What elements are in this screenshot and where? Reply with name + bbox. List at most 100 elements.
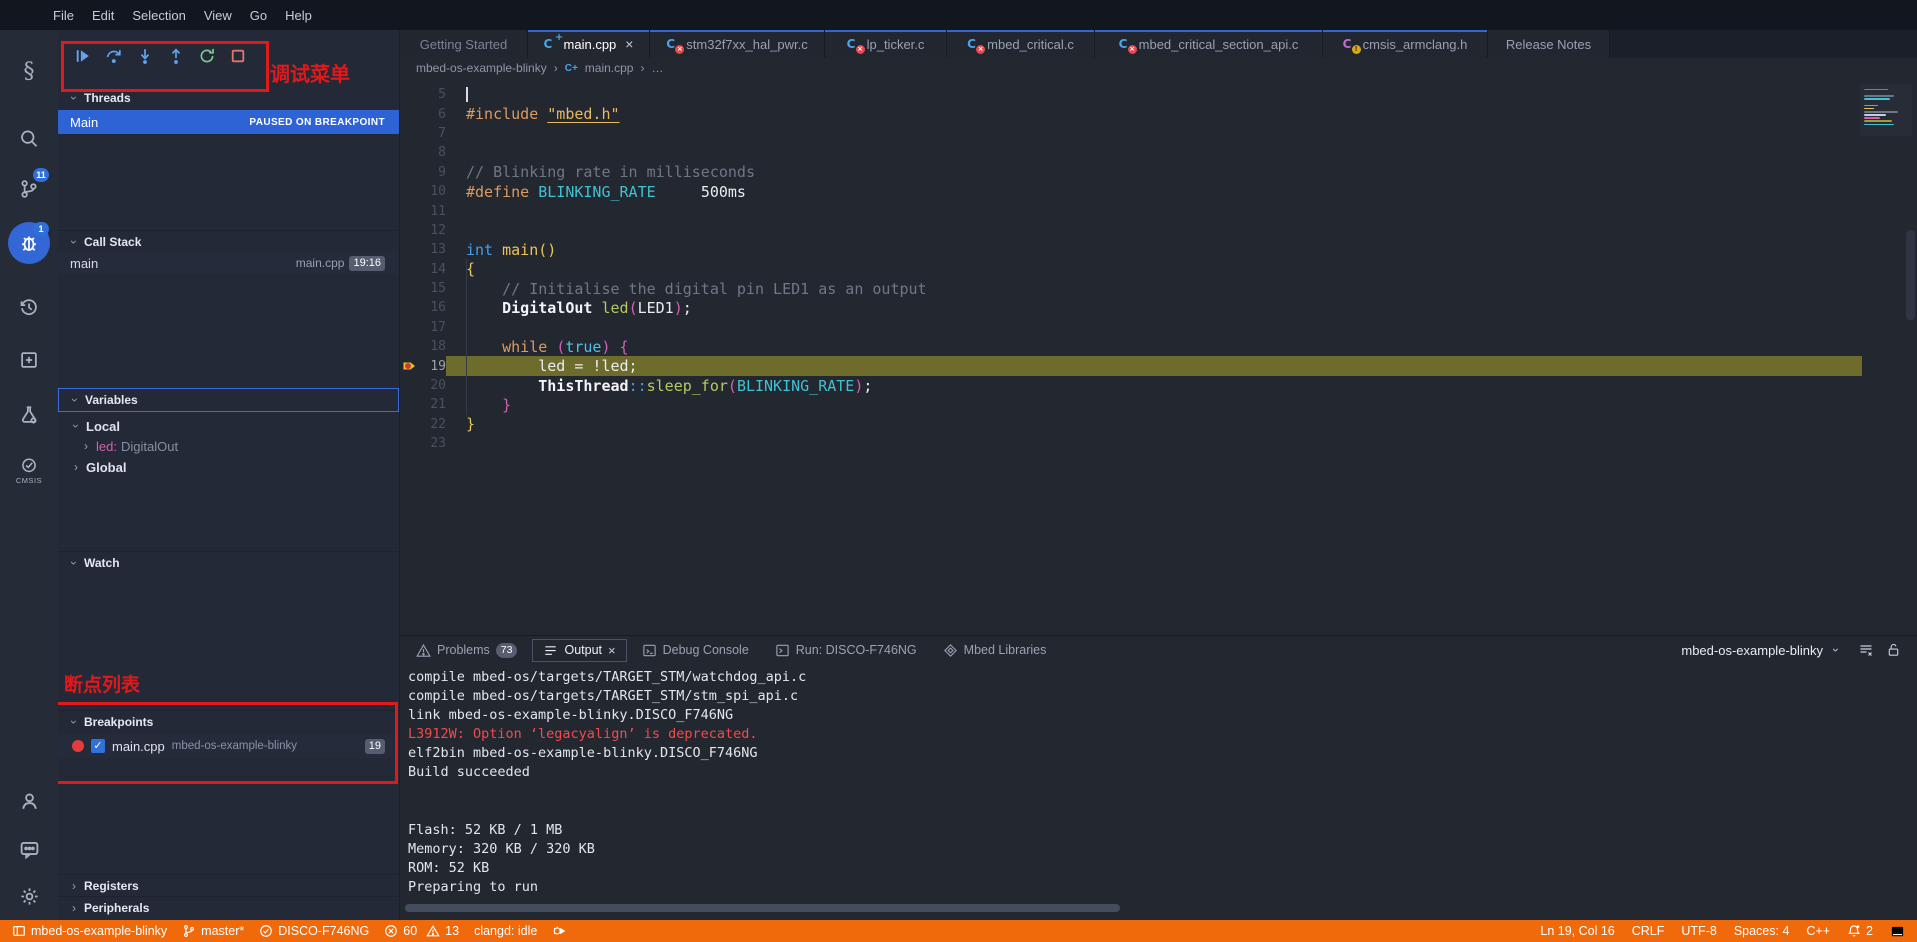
code-line-12[interactable]: 12	[400, 221, 1917, 240]
step-out-button[interactable]	[167, 47, 185, 65]
watch-section-header[interactable]: › Watch	[58, 551, 399, 573]
code-line-16[interactable]: 16 DigitalOut led(LED1);	[400, 298, 1917, 317]
c-file-error-icon: C×	[1119, 37, 1132, 51]
unlock-icon[interactable]	[1886, 642, 1901, 658]
breadcrumb-file[interactable]: main.cpp	[585, 61, 634, 75]
code-line-20[interactable]: 20 ThisThread::sleep_for(BLINKING_RATE);	[400, 376, 1917, 395]
run-and-debug-icon[interactable]: 1	[0, 222, 58, 264]
new-window-icon[interactable]	[0, 339, 58, 381]
minimap[interactable]	[1860, 84, 1912, 136]
account-icon[interactable]	[0, 780, 58, 822]
tab-lp-ticker-c[interactable]: C×lp_ticker.c	[825, 30, 947, 58]
menu-item-view[interactable]: View	[195, 8, 241, 23]
menu-item-selection[interactable]: Selection	[123, 8, 194, 23]
clangd-status[interactable]: clangd: idle	[474, 924, 537, 938]
menu-item-edit[interactable]: Edit	[83, 8, 123, 23]
stop-button[interactable]	[229, 47, 247, 65]
language-mode-status[interactable]: C++	[1806, 924, 1830, 938]
code-line-13[interactable]: 13int main()	[400, 240, 1917, 259]
breakpoint-row[interactable]: ✓ main.cpp mbed-os-example-blinky 19	[58, 734, 399, 758]
tab-run[interactable]: Run: DISCO-F746NG	[765, 640, 927, 661]
variables-scope-local[interactable]: › Local	[58, 416, 399, 436]
search-icon[interactable]	[0, 118, 58, 160]
code-line-14[interactable]: 14{	[400, 260, 1917, 279]
step-into-button[interactable]	[136, 47, 154, 65]
thread-row-main[interactable]: Main PAUSED ON BREAKPOINT	[58, 110, 399, 134]
panel-horizontal-scrollbar[interactable]	[405, 904, 1120, 912]
restart-button[interactable]	[198, 47, 216, 65]
feedback-icon[interactable]	[0, 828, 58, 870]
breakpoint-checkbox[interactable]: ✓	[91, 739, 105, 753]
output-channel-select[interactable]: mbed-os-example-blinky ›	[1681, 643, 1846, 658]
source-control-icon[interactable]: 11	[0, 168, 58, 210]
code-line-22[interactable]: 22}	[400, 415, 1917, 434]
call-stack-section-header[interactable]: › Call Stack	[58, 230, 399, 252]
peripherals-section-header[interactable]: › Peripherals	[58, 896, 399, 918]
code-line-19[interactable]: 19 led = !led;	[400, 356, 1917, 375]
tab-main-cpp[interactable]: C+main.cpp×	[528, 30, 650, 58]
target-status[interactable]: DISCO-F746NG	[259, 924, 369, 938]
clear-output-icon[interactable]	[1858, 642, 1874, 658]
tab-cmsis-armclang-h[interactable]: C!cmsis_armclang.h	[1323, 30, 1488, 58]
editor-scrollbar-thumb[interactable]	[1906, 230, 1915, 320]
workspace-status[interactable]: mbed-os-example-blinky	[12, 924, 167, 938]
breadcrumb-more[interactable]: …	[651, 61, 663, 75]
output-log[interactable]: compile mbed-os/targets/TARGET_STM/watch…	[408, 668, 1897, 897]
encoding-status[interactable]: UTF-8	[1681, 924, 1716, 938]
menu-item-help[interactable]: Help	[276, 8, 321, 23]
git-branch-status[interactable]: master*	[182, 924, 244, 938]
mbed-studio-icon[interactable]: §	[0, 50, 58, 92]
panel-layout-icon[interactable]	[1890, 924, 1905, 939]
step-over-button[interactable]	[105, 47, 123, 65]
debug-alt-status[interactable]	[552, 924, 566, 938]
code-line-9[interactable]: 9// Blinking rate in milliseconds	[400, 163, 1917, 182]
variables-scope-global[interactable]: › Global	[58, 457, 399, 477]
cmsis-icon[interactable]: CMSIS	[0, 450, 58, 492]
code-line-21[interactable]: 21 }	[400, 395, 1917, 414]
code-editor[interactable]: 56#include "mbed.h"789// Blinking rate i…	[400, 78, 1917, 635]
test-tools-icon[interactable]	[0, 394, 58, 436]
menu-item-go[interactable]: Go	[241, 8, 276, 23]
panel-tab-bar: Problems 73 Output × Debug Console Run: …	[400, 636, 1917, 664]
code-line-11[interactable]: 11	[400, 201, 1917, 220]
code-line-6[interactable]: 6#include "mbed.h"	[400, 104, 1917, 123]
code-line-8[interactable]: 8	[400, 143, 1917, 162]
tab-mbed-libraries[interactable]: Mbed Libraries	[933, 640, 1057, 661]
problems-status[interactable]: 60 13	[384, 924, 459, 938]
cursor-position-status[interactable]: Ln 19, Col 16	[1540, 924, 1614, 938]
notifications-status[interactable]: 2	[1847, 924, 1873, 938]
call-stack-frame[interactable]: main main.cpp 19:16	[58, 252, 399, 274]
code-line-23[interactable]: 23	[400, 434, 1917, 453]
continue-button[interactable]	[74, 47, 92, 65]
history-icon[interactable]	[0, 286, 58, 328]
registers-section-header[interactable]: › Registers	[58, 874, 399, 896]
tab-mbed-critical-section-api-c[interactable]: C×mbed_critical_section_api.c	[1095, 30, 1323, 58]
tab-mbed-critical-c[interactable]: C×mbed_critical.c	[947, 30, 1095, 58]
tab-output[interactable]: Output ×	[533, 640, 625, 661]
variables-section-header[interactable]: › Variables	[58, 388, 399, 412]
close-panel-tab-icon[interactable]: ×	[608, 643, 616, 658]
run-tab-label: Run: DISCO-F746NG	[796, 643, 917, 657]
code-line-15[interactable]: 15 // Initialise the digital pin LED1 as…	[400, 279, 1917, 298]
tab-debug-console[interactable]: Debug Console	[632, 640, 759, 661]
paused-breakpoint-icon[interactable]	[400, 356, 420, 375]
breakpoint-list-annotation-label: 断点列表	[64, 670, 140, 697]
indentation-status[interactable]: Spaces: 4	[1734, 924, 1790, 938]
tab-getting-started[interactable]: Getting Started	[400, 30, 528, 58]
settings-gear-icon[interactable]	[0, 875, 58, 917]
breadcrumb-project[interactable]: mbed-os-example-blinky	[416, 61, 547, 75]
code-line-7[interactable]: 7	[400, 124, 1917, 143]
code-line-17[interactable]: 17	[400, 318, 1917, 337]
code-line-5[interactable]: 5	[400, 85, 1917, 104]
threads-section-header[interactable]: › Threads	[58, 86, 399, 108]
close-tab-icon[interactable]: ×	[625, 36, 633, 52]
breakpoints-section-header[interactable]: › Breakpoints	[58, 710, 399, 732]
tab-problems[interactable]: Problems 73	[406, 640, 527, 661]
menu-item-file[interactable]: File	[44, 8, 83, 23]
tab-release-notes[interactable]: Release Notes	[1488, 30, 1610, 58]
code-line-10[interactable]: 10#define BLINKING_RATE 500ms	[400, 182, 1917, 201]
variable-led[interactable]: › led : DigitalOut	[58, 436, 399, 456]
code-line-18[interactable]: 18 while (true) {	[400, 337, 1917, 356]
tab-stm32f7xx-hal-pwr-c[interactable]: C×stm32f7xx_hal_pwr.c	[650, 30, 825, 58]
eol-status[interactable]: CRLF	[1632, 924, 1665, 938]
